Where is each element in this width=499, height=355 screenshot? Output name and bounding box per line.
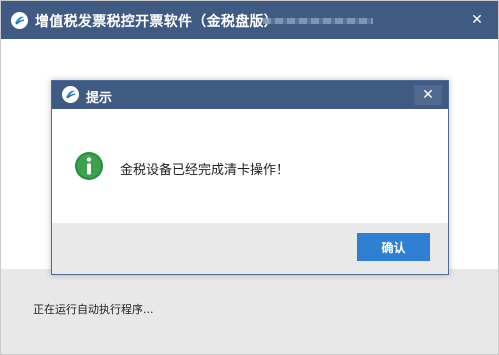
- confirm-button[interactable]: 确认: [357, 233, 430, 261]
- dialog-message: 金税设备已经完成清卡操作！: [120, 163, 290, 178]
- dialog-body: 金税设备已经完成清卡操作！: [52, 109, 448, 223]
- main-titlebar: 增值税发票税控开票软件（金税盘版） ✕: [1, 1, 498, 39]
- main-window-title: 增值税发票税控开票软件（金税盘版）: [35, 14, 279, 30]
- dialog-footer: 确认: [52, 223, 448, 274]
- dialog-title: 提示: [86, 91, 113, 106]
- blurred-title-region: [263, 18, 373, 24]
- prompt-dialog: 提示 ✕ 金税设备已经完成清卡操作！ 确认: [51, 80, 449, 275]
- status-text: 正在运行自动执行程序...: [33, 303, 154, 316]
- dialog-titlebar: 提示 ✕: [52, 81, 448, 109]
- main-close-icon[interactable]: ✕: [466, 10, 488, 30]
- dialog-close-icon[interactable]: ✕: [414, 85, 442, 105]
- app-logo-icon: [11, 12, 28, 29]
- dialog-logo-icon: [62, 86, 79, 103]
- info-icon: [74, 151, 104, 181]
- status-area: 正在运行自动执行程序...: [1, 269, 498, 354]
